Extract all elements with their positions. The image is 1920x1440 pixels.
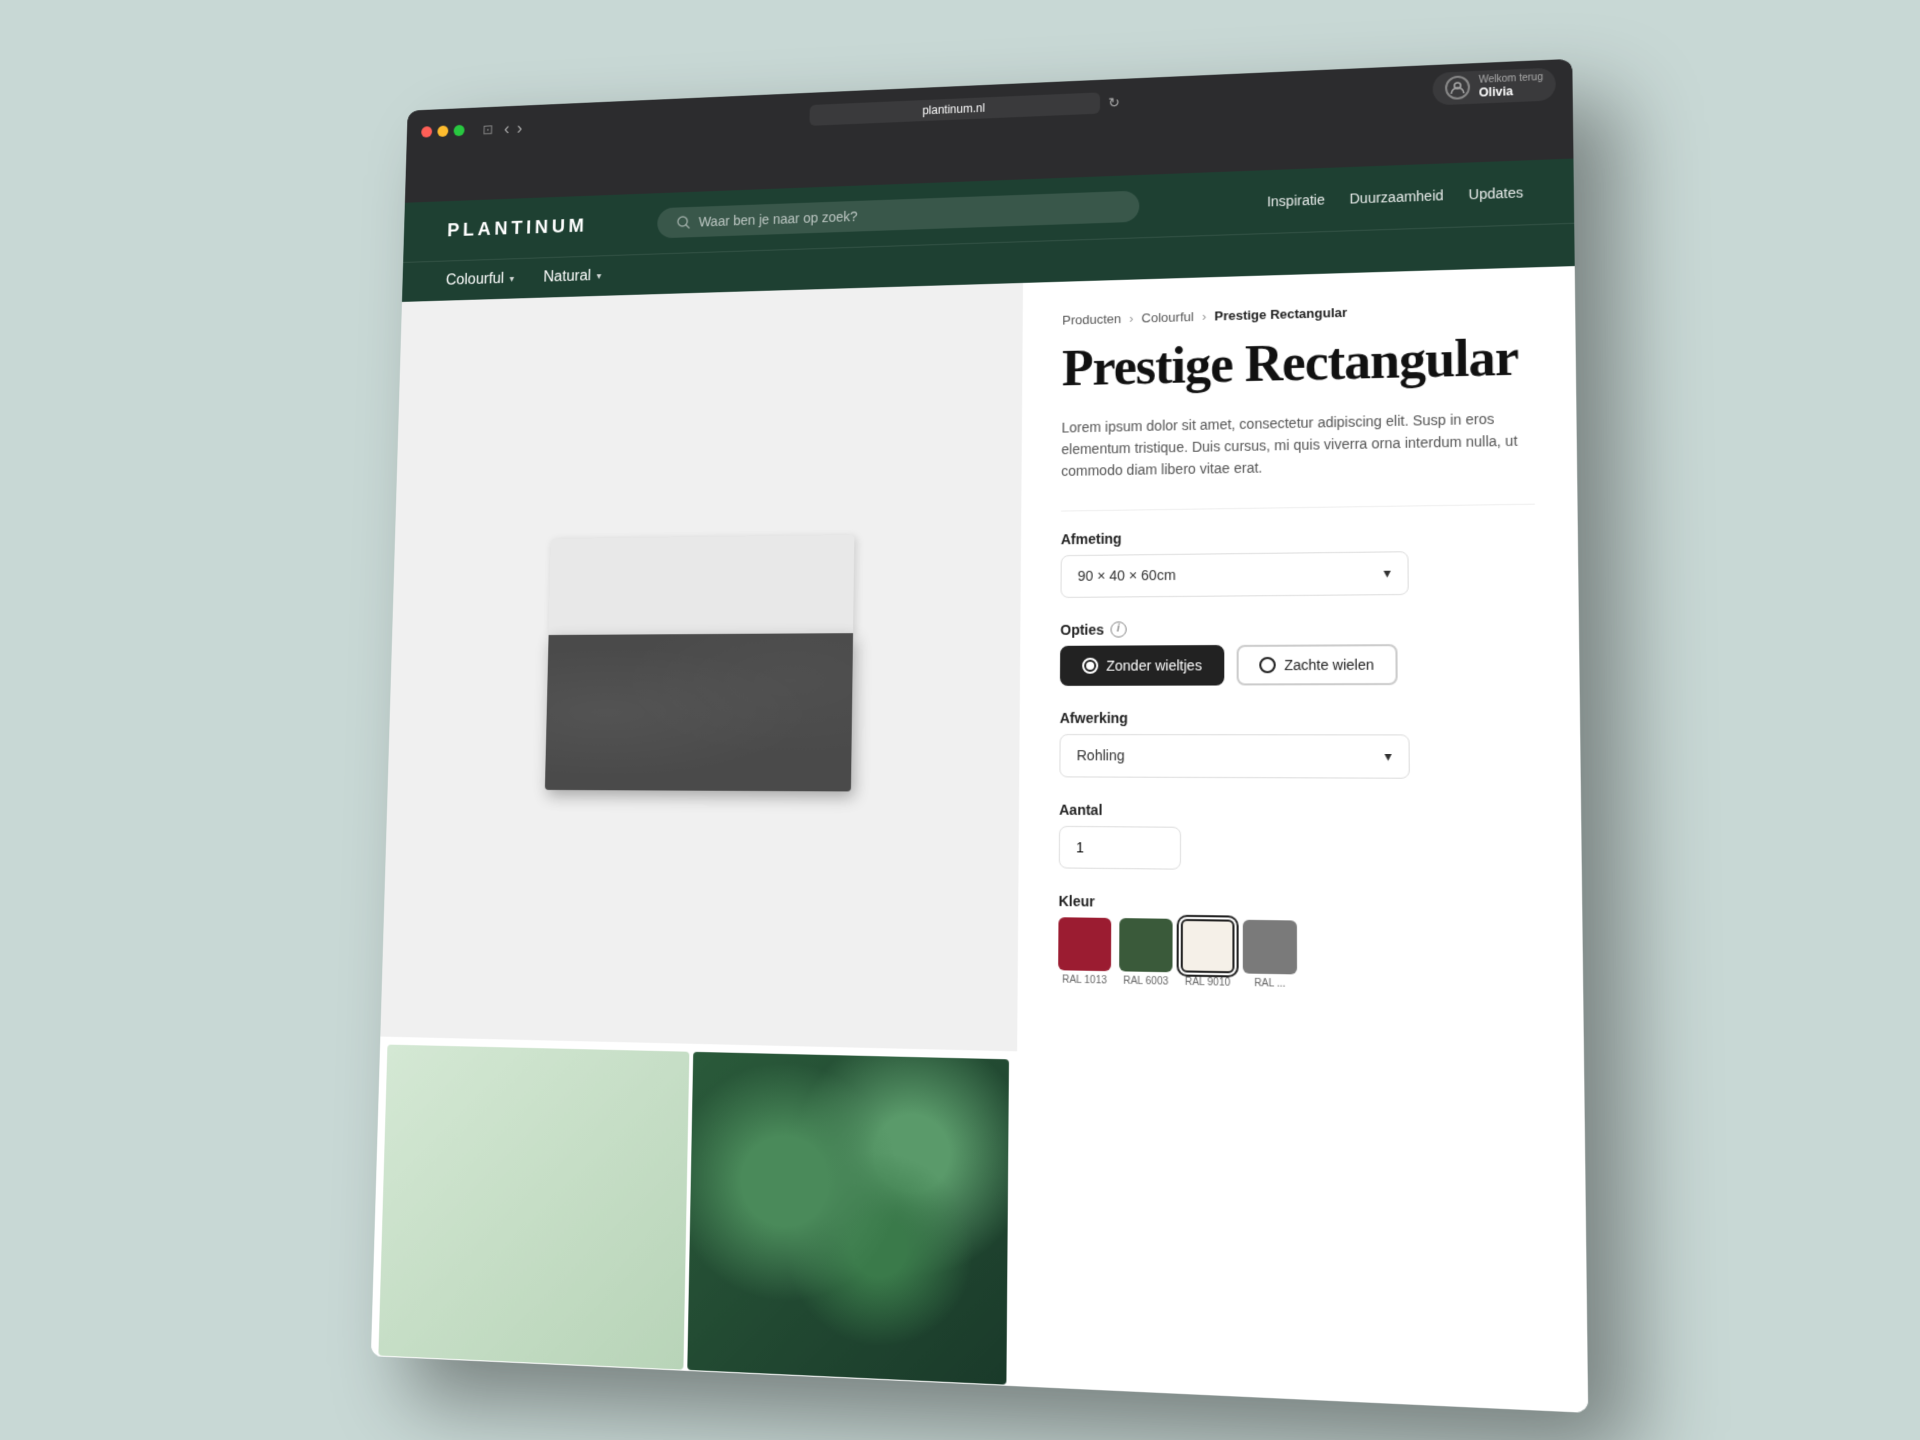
back-button[interactable]: ‹ bbox=[504, 119, 510, 139]
product-thumbnails bbox=[371, 1037, 1017, 1394]
site-main: Producten › Colourful › Prestige Rectang… bbox=[371, 266, 1588, 1413]
chevron-down-icon: ▾ bbox=[509, 274, 514, 284]
size-dropdown[interactable]: 90 × 40 × 60cm ▾ bbox=[1060, 551, 1408, 598]
breadcrumb-sep-1: › bbox=[1129, 311, 1133, 326]
radio-dot-unselected bbox=[1259, 657, 1276, 673]
planter-bottom bbox=[545, 633, 853, 791]
color-swatch-ral9010[interactable]: RAL 9010 bbox=[1181, 919, 1235, 989]
swatch-label-ral9010: RAL 9010 bbox=[1185, 976, 1231, 988]
finishing-label: Afwerking bbox=[1060, 709, 1537, 726]
color-section: Kleur RAL 1013 RAL 6003 RAL 9010 bbox=[1058, 893, 1540, 995]
radio-dot-selected bbox=[1082, 657, 1098, 673]
size-label: Afmeting bbox=[1061, 525, 1535, 547]
site-nav-right: Inspiratie Duurzaamheid Updates bbox=[1267, 184, 1523, 209]
options-label: Opties i bbox=[1060, 618, 1536, 637]
product-main-image bbox=[380, 283, 1023, 1051]
product-title: Prestige Rectangular bbox=[1062, 331, 1534, 397]
address-input[interactable] bbox=[810, 92, 1101, 125]
avatar bbox=[1445, 75, 1470, 100]
product-detail: Producten › Colourful › Prestige Rectang… bbox=[1015, 266, 1589, 1413]
swatch-color-ralgray bbox=[1243, 920, 1297, 975]
info-icon[interactable]: i bbox=[1110, 621, 1126, 637]
colourful-label: Colourful bbox=[446, 271, 505, 290]
browser-nav-buttons: ‹ › bbox=[504, 118, 523, 138]
color-swatch-ralgray[interactable]: RAL ... bbox=[1243, 920, 1297, 990]
planter-3d-model bbox=[545, 535, 855, 791]
nav-inspiratie[interactable]: Inspiratie bbox=[1267, 192, 1325, 210]
breadcrumb-producten[interactable]: Producten bbox=[1062, 311, 1121, 327]
finishing-dropdown[interactable]: Rohling ▾ bbox=[1059, 734, 1409, 779]
user-pill[interactable]: Welkom terug Olivia bbox=[1433, 67, 1556, 105]
forward-button[interactable]: › bbox=[517, 118, 523, 138]
address-bar-container: ↻ bbox=[533, 78, 1421, 137]
finishing-value: Rohling bbox=[1077, 747, 1125, 763]
product-images bbox=[371, 283, 1023, 1394]
color-swatch-ral1013[interactable]: RAL 1013 bbox=[1058, 917, 1111, 986]
options-section: Opties i Zonder wieltjes Zachte wiele bbox=[1060, 618, 1537, 685]
thumbnail-2[interactable] bbox=[687, 1052, 1009, 1385]
breadcrumb: Producten › Colourful › Prestige Rectang… bbox=[1062, 300, 1533, 328]
nav-duurzaamheid[interactable]: Duurzaamheid bbox=[1349, 187, 1443, 206]
maximize-button[interactable] bbox=[454, 125, 465, 137]
search-bar[interactable]: Waar ben je naar op zoek? bbox=[657, 191, 1139, 239]
product-description: Lorem ipsum dolor sit amet, consectetur … bbox=[1061, 406, 1534, 482]
chevron-down-icon-finishing: ▾ bbox=[1384, 748, 1391, 766]
finishing-section: Afwerking Rohling ▾ bbox=[1059, 709, 1537, 779]
breadcrumb-current: Prestige Rectangular bbox=[1214, 305, 1347, 324]
quantity-label: Aantal bbox=[1059, 801, 1538, 820]
close-button[interactable] bbox=[421, 126, 432, 138]
sidebar-toggle-icon[interactable]: ⊡ bbox=[482, 121, 493, 137]
option-zonder-wieltjes[interactable]: Zonder wieltjes bbox=[1060, 645, 1225, 686]
swatch-label-ralgray: RAL ... bbox=[1254, 978, 1286, 990]
chevron-down-icon-size: ▾ bbox=[1383, 564, 1390, 581]
search-placeholder: Waar ben je naar op zoek? bbox=[699, 209, 858, 230]
traffic-lights bbox=[421, 125, 465, 138]
divider-1 bbox=[1061, 503, 1535, 511]
nav-updates[interactable]: Updates bbox=[1469, 184, 1524, 202]
options-radio-group: Zonder wieltjes Zachte wielen bbox=[1060, 643, 1537, 686]
size-section: Afmeting 90 × 40 × 60cm ▾ bbox=[1060, 525, 1535, 598]
nav-natural[interactable]: Natural ▾ bbox=[543, 268, 601, 287]
reload-button[interactable]: ↻ bbox=[1108, 94, 1120, 111]
option-zachte-wielen[interactable]: Zachte wielen bbox=[1237, 644, 1397, 685]
planter-top bbox=[549, 535, 855, 635]
color-swatches: RAL 1013 RAL 6003 RAL 9010 RAL ... bbox=[1058, 917, 1540, 994]
swatch-color-ral9010 bbox=[1181, 919, 1235, 973]
color-swatch-ral6003[interactable]: RAL 6003 bbox=[1119, 918, 1173, 988]
quantity-input[interactable] bbox=[1059, 826, 1181, 870]
website: PLANTINUM Waar ben je naar op zoek? Insp… bbox=[371, 159, 1588, 1413]
natural-label: Natural bbox=[543, 268, 591, 286]
swatch-color-ral1013 bbox=[1058, 917, 1111, 971]
breadcrumb-sep-2: › bbox=[1202, 309, 1206, 324]
search-icon bbox=[676, 215, 691, 231]
swatch-label-ral6003: RAL 6003 bbox=[1123, 975, 1168, 987]
swatch-label-ral1013: RAL 1013 bbox=[1062, 974, 1107, 986]
option-1-label: Zonder wieltjes bbox=[1106, 657, 1202, 673]
radio-dot-inner bbox=[1086, 661, 1094, 669]
color-label: Kleur bbox=[1059, 893, 1540, 916]
username-text: Olivia bbox=[1479, 82, 1543, 99]
swatch-color-ral6003 bbox=[1119, 918, 1172, 972]
thumbnail-1[interactable] bbox=[378, 1045, 689, 1370]
minimize-button[interactable] bbox=[437, 125, 448, 137]
option-2-label: Zachte wielen bbox=[1284, 656, 1374, 673]
quantity-section: Aantal bbox=[1059, 801, 1539, 873]
breadcrumb-colourful[interactable]: Colourful bbox=[1141, 309, 1193, 325]
nav-colourful[interactable]: Colourful ▾ bbox=[446, 270, 515, 289]
options-label-text: Opties bbox=[1060, 621, 1104, 637]
site-logo[interactable]: PLANTINUM bbox=[447, 215, 588, 241]
size-value: 90 × 40 × 60cm bbox=[1078, 567, 1176, 584]
chevron-down-icon-2: ▾ bbox=[596, 271, 601, 282]
